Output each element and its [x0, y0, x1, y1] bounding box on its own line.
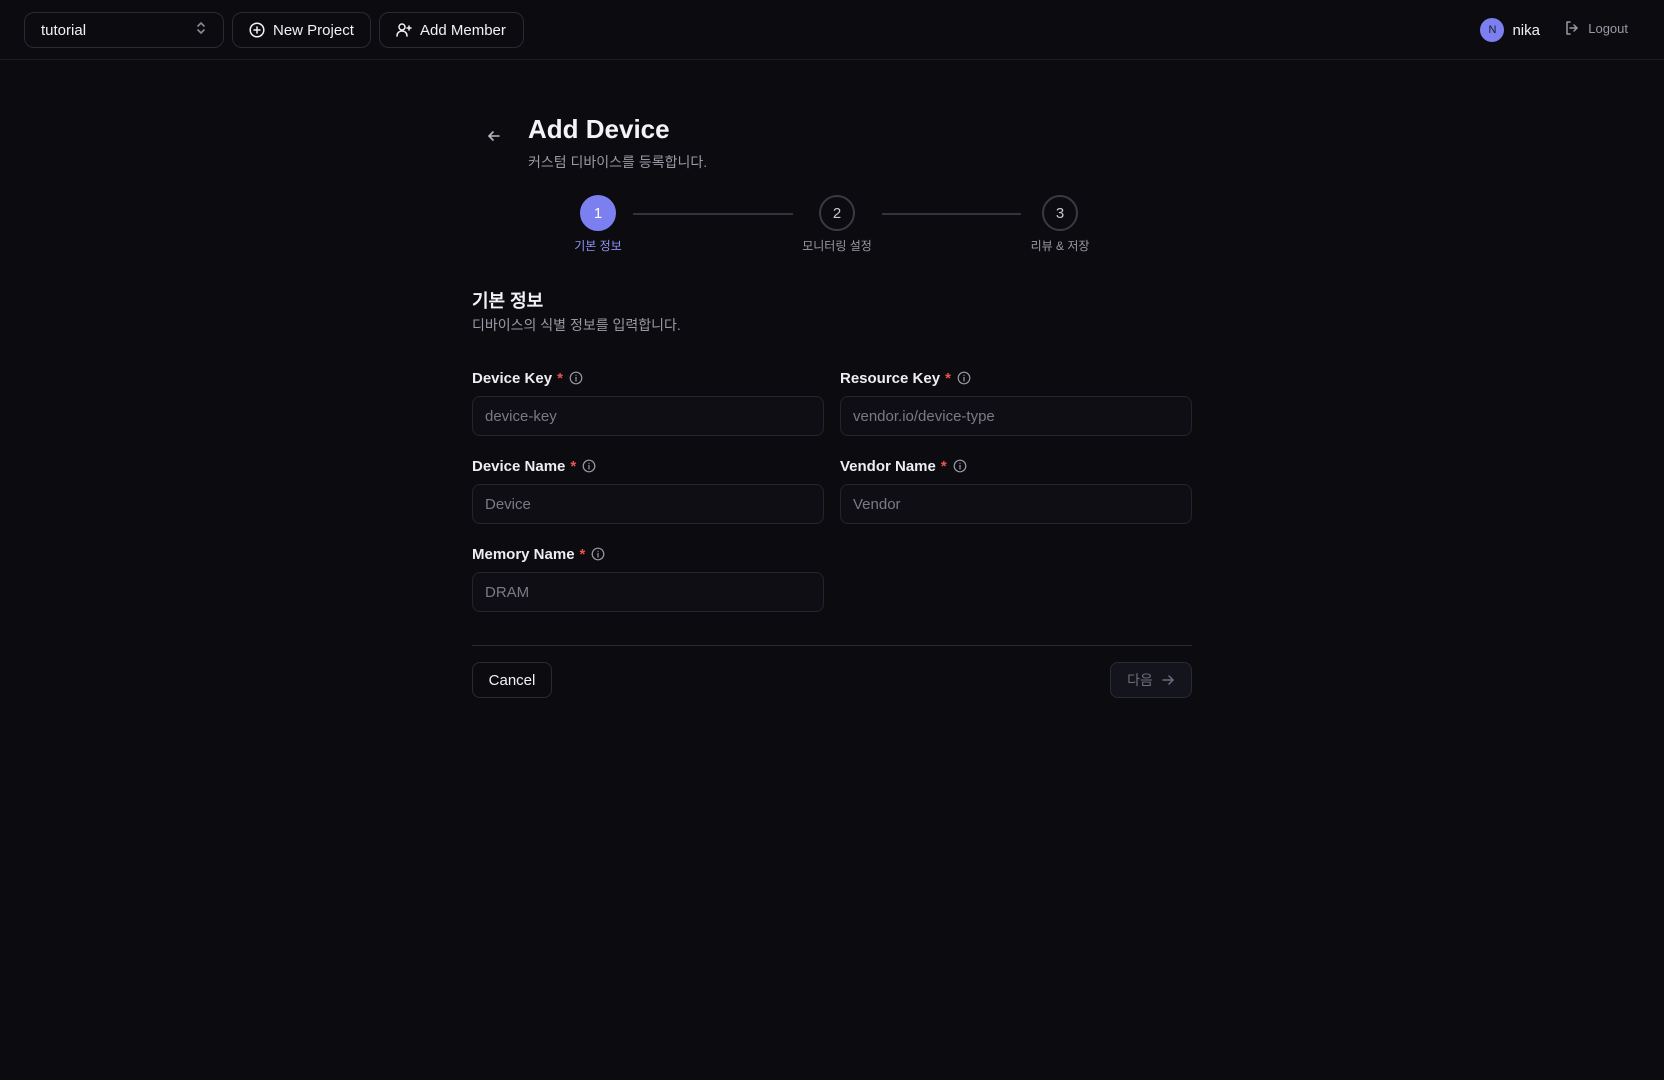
device-name-label: Device Name — [472, 457, 566, 475]
memory-name-input[interactable] — [472, 572, 824, 612]
resource-key-label: Resource Key — [840, 369, 941, 387]
memory-name-label: Memory Name — [472, 545, 575, 563]
step-review-save: 3 리뷰 & 저장 — [1000, 195, 1120, 254]
user-menu[interactable]: N nika — [1480, 18, 1540, 42]
project-selector[interactable]: tutorial — [24, 12, 224, 48]
info-icon[interactable] — [953, 459, 967, 473]
new-project-label: New Project — [273, 21, 354, 39]
arrow-right-icon — [1161, 673, 1175, 687]
page-subtitle: 커스텀 디바이스를 등록합니다. — [528, 154, 708, 170]
required-mark: * — [570, 457, 577, 475]
info-icon[interactable] — [582, 459, 596, 473]
section-description: 디바이스의 식별 정보를 입력합니다. — [472, 317, 681, 333]
page-title: Add Device — [528, 114, 670, 144]
step-label: 모니터링 설정 — [802, 239, 872, 253]
chevron-up-down-icon — [195, 20, 207, 40]
step-basic-info: 1 기본 정보 — [538, 195, 658, 254]
vendor-name-input[interactable] — [840, 484, 1192, 524]
top-bar: tutorial New Project Add Member N nika L… — [0, 0, 1664, 60]
info-icon[interactable] — [591, 547, 605, 561]
required-mark: * — [579, 545, 586, 563]
resource-key-field: Resource Key * — [840, 368, 1192, 436]
memory-name-field: Memory Name * — [472, 544, 824, 612]
cancel-label: Cancel — [488, 671, 536, 689]
step-number: 1 — [580, 195, 616, 231]
step-number: 3 — [1042, 195, 1078, 231]
device-name-label-row: Device Name * — [472, 456, 824, 476]
step-label: 기본 정보 — [574, 239, 622, 253]
form-divider — [472, 645, 1192, 646]
device-key-label: Device Key — [472, 369, 553, 387]
logout-icon — [1564, 20, 1580, 36]
logout-label: Logout — [1588, 20, 1628, 36]
user-plus-icon — [396, 22, 412, 38]
next-label: 다음 — [1127, 672, 1153, 688]
plus-circle-icon — [249, 22, 265, 38]
device-key-field: Device Key * — [472, 368, 824, 436]
memory-name-label-row: Memory Name * — [472, 544, 824, 564]
avatar: N — [1480, 18, 1505, 42]
resource-key-input[interactable] — [840, 396, 1192, 436]
section-title: 기본 정보 — [472, 291, 544, 311]
project-selector-value: tutorial — [41, 21, 87, 39]
info-icon[interactable] — [569, 371, 583, 385]
device-name-field: Device Name * — [472, 456, 824, 524]
next-button[interactable]: 다음 — [1110, 662, 1192, 698]
info-icon[interactable] — [957, 371, 971, 385]
new-project-button[interactable]: New Project — [232, 12, 371, 48]
vendor-name-field: Vendor Name * — [840, 456, 1192, 524]
user-name: nika — [1512, 21, 1540, 39]
cancel-button[interactable]: Cancel — [472, 662, 552, 698]
logout-button[interactable]: Logout — [1564, 20, 1628, 36]
device-name-input[interactable] — [472, 484, 824, 524]
step-label: 리뷰 & 저장 — [1030, 239, 1090, 253]
required-mark: * — [557, 369, 563, 387]
device-key-input[interactable] — [472, 396, 824, 436]
required-mark: * — [945, 369, 951, 387]
arrow-left-icon — [486, 128, 502, 149]
required-mark: * — [940, 457, 947, 475]
vendor-name-label: Vendor Name — [840, 457, 936, 475]
step-number: 2 — [819, 195, 855, 231]
resource-key-label-row: Resource Key * — [840, 368, 1192, 388]
back-button[interactable] — [484, 128, 504, 148]
vendor-name-label-row: Vendor Name * — [840, 456, 1192, 476]
step-monitoring-settings: 2 모니터링 설정 — [777, 195, 897, 254]
add-member-label: Add Member — [420, 21, 506, 39]
add-member-button[interactable]: Add Member — [379, 12, 524, 48]
device-key-label-row: Device Key * — [472, 368, 824, 388]
